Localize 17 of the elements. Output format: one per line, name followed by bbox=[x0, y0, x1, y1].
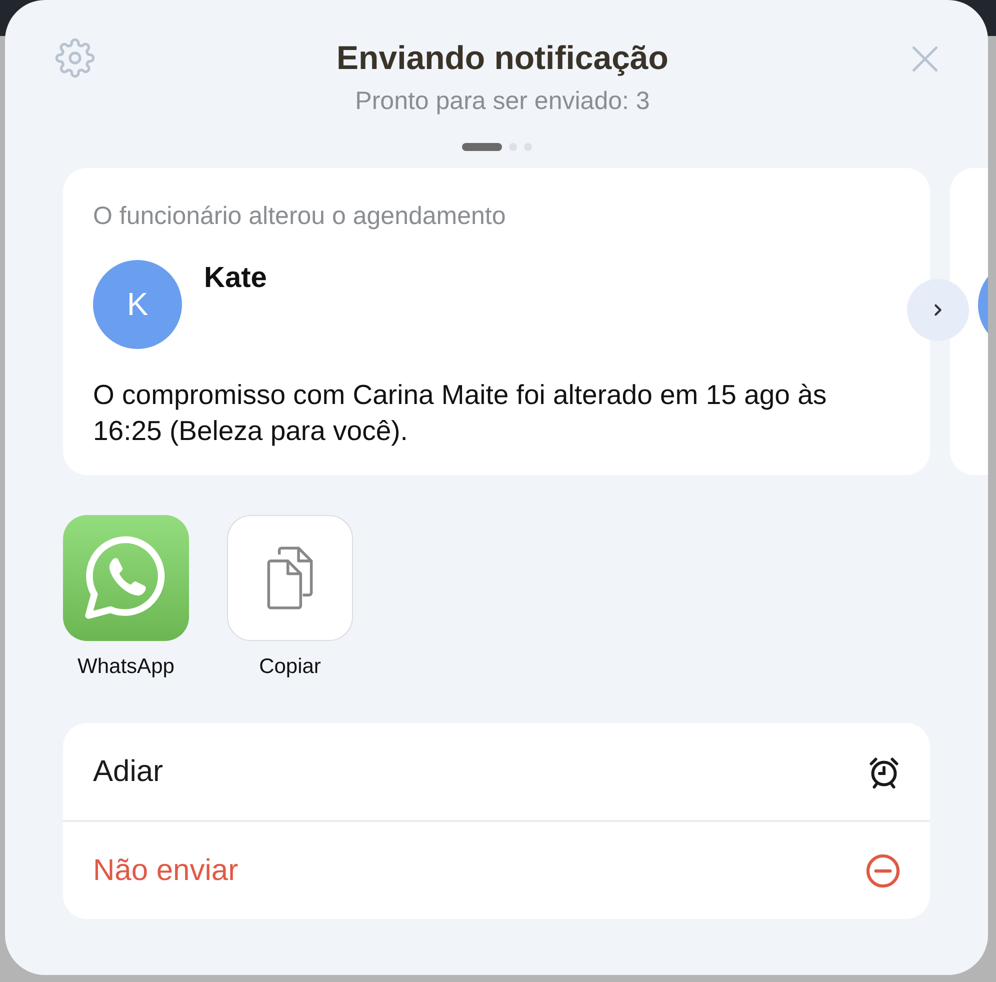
share-label: WhatsApp bbox=[78, 655, 174, 679]
copy-button[interactable] bbox=[227, 515, 353, 641]
card-heading: O funcionário alterou o agendamento bbox=[93, 201, 507, 232]
notification-message: O compromisso com Carina Maite foi alterado em 15 ago às 16:25 (Beleza para você). bbox=[93, 378, 828, 448]
recipient-name: Kate bbox=[204, 262, 267, 296]
action-label: Adiar bbox=[93, 754, 164, 788]
settings-icon[interactable] bbox=[55, 38, 95, 78]
dialog-title: Enviando notificação bbox=[336, 38, 670, 78]
dialog-subtitle: Pronto para ser enviado: 3 bbox=[354, 86, 651, 116]
close-icon[interactable] bbox=[910, 44, 940, 74]
share-label: Copiar bbox=[259, 655, 321, 679]
action-row[interactable]: Não enviar bbox=[63, 820, 930, 919]
whatsapp-button[interactable] bbox=[63, 515, 189, 641]
action-label: Não enviar bbox=[93, 854, 238, 888]
minus-circle-icon bbox=[864, 852, 902, 890]
avatar: K bbox=[93, 260, 182, 349]
action-row[interactable]: Adiar bbox=[63, 723, 930, 820]
